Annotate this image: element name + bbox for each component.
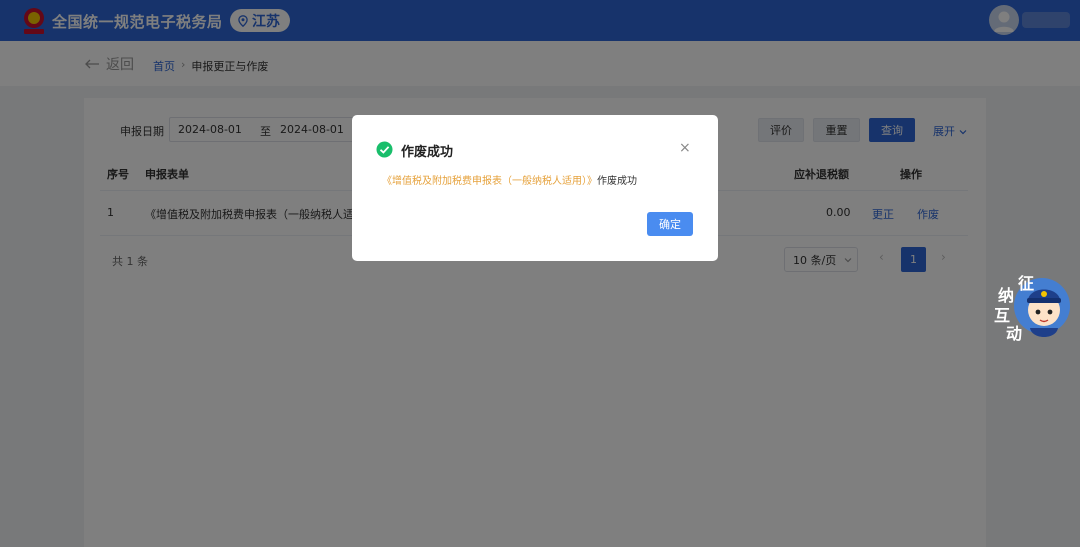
mascot-widget[interactable]: 征 纳 互 动 [994, 270, 1074, 348]
dialog-message: 《增值税及附加税费申报表（一般纳税人适用）》作废成功 [382, 172, 637, 187]
void-success-dialog: 作废成功 × 《增值税及附加税费申报表（一般纳税人适用）》作废成功 确定 [352, 115, 718, 261]
mascot-char-1: 征 [1018, 274, 1035, 293]
success-check-icon [376, 141, 393, 158]
modal-overlay[interactable] [0, 0, 1080, 547]
close-icon[interactable]: × [679, 140, 691, 156]
dialog-message-form: 《增值税及附加税费申报表（一般纳税人适用）》 [382, 176, 597, 187]
mascot-char-4: 动 [1006, 324, 1023, 343]
dialog-title: 作废成功 [401, 145, 454, 160]
dialog-message-status: 作废成功 [597, 176, 637, 187]
confirm-button[interactable]: 确定 [647, 212, 693, 236]
